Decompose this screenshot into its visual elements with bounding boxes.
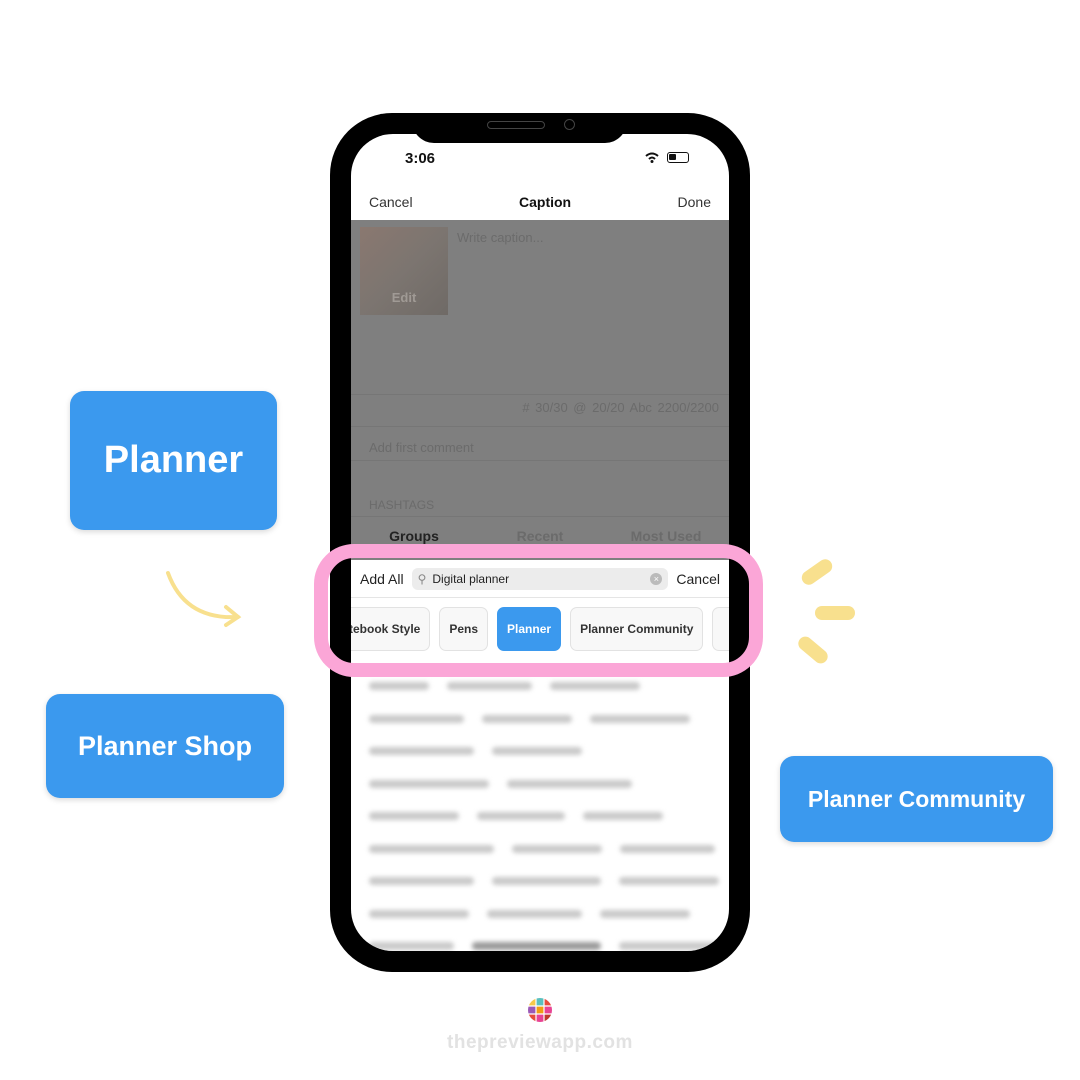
battery-icon (667, 152, 689, 163)
done-button[interactable]: Done (678, 194, 711, 210)
callout-planner-shop: Planner Shop (46, 694, 284, 798)
post-thumbnail[interactable]: Edit (360, 227, 448, 315)
phone-frame: 3:06 Cancel Caption Done Edit Write capt… (330, 113, 750, 972)
status-time: 3:06 (405, 150, 436, 167)
footer-site: thepreviewapp.com (447, 1032, 633, 1053)
blurred-hashtag-list (369, 670, 720, 951)
doodle-dash (795, 633, 831, 667)
page-title: Caption (519, 194, 572, 210)
caption-input[interactable]: Write caption... (457, 230, 543, 245)
hashtag-tabs: Groups Recent Most Used (351, 528, 729, 544)
edit-label: Edit (391, 290, 417, 305)
hashtags-heading: HASHTAGS (369, 498, 435, 512)
nav-bar: Cancel Caption Done (351, 184, 729, 220)
callout-planner: Planner (70, 391, 277, 530)
tab-groups[interactable]: Groups (351, 528, 477, 544)
doodle-dash (815, 606, 855, 620)
doodle-dash (799, 556, 835, 588)
cancel-button[interactable]: Cancel (369, 194, 413, 210)
first-comment-input[interactable]: Add first comment (369, 440, 474, 455)
callout-planner-community: Planner Community (780, 756, 1053, 842)
caption-counts: # 30/30 @ 20/20 Abc 2200/2200 (522, 400, 719, 415)
phone-screen: 3:06 Cancel Caption Done Edit Write capt… (351, 134, 729, 951)
dimmed-caption-area: Edit Write caption... # 30/30 @ 20/20 Ab… (351, 220, 729, 560)
preview-app-logo-icon (528, 998, 552, 1022)
wifi-icon (645, 152, 659, 163)
highlight-frame (314, 544, 763, 677)
curved-arrow-icon (166, 571, 242, 627)
tab-recent[interactable]: Recent (477, 528, 603, 544)
phone-notch (412, 113, 627, 143)
tab-most-used[interactable]: Most Used (603, 528, 729, 544)
